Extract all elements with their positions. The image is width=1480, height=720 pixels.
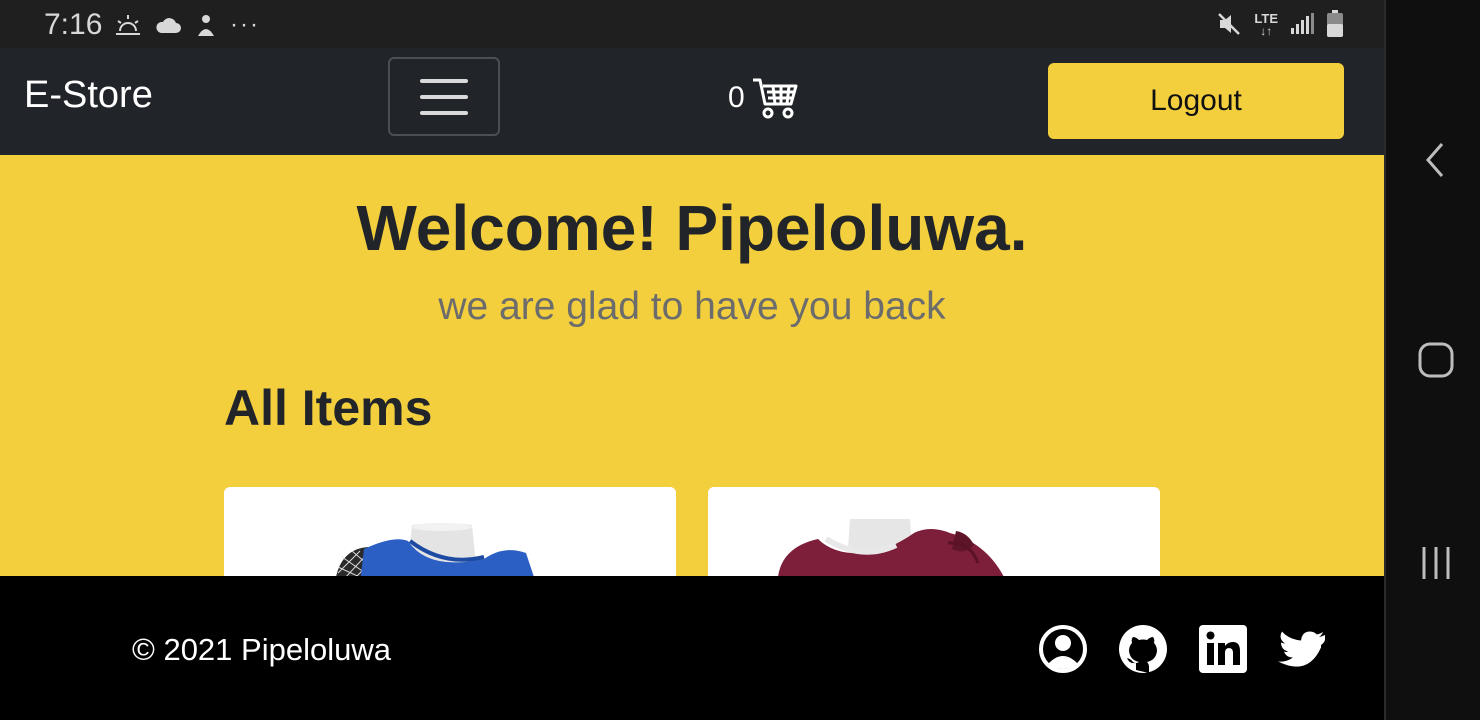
main-content: Welcome! Pipeloluwa. we are glad to have…: [0, 155, 1384, 576]
battery-icon: [1327, 10, 1343, 37]
linkedin-icon: [1199, 625, 1247, 673]
twitter-icon: [1278, 631, 1325, 667]
status-right-icons: LTE ↓↑: [1216, 8, 1344, 40]
welcome-subtitle: we are glad to have you back: [438, 285, 946, 328]
shopping-cart-icon: [752, 78, 798, 119]
twitter-link[interactable]: [1278, 624, 1328, 674]
data-arrows-icon: ↓↑: [1260, 23, 1273, 38]
hamburger-menu-icon-bar: [420, 94, 468, 99]
all-items-heading: All Items: [224, 380, 433, 436]
home-icon[interactable]: [1416, 340, 1456, 380]
hamburger-menu-icon-bar: [420, 78, 468, 83]
navbar: E-Store 0 Logout: [0, 48, 1384, 155]
github-link[interactable]: [1118, 624, 1168, 674]
logout-button[interactable]: Logout: [1048, 63, 1344, 139]
app-notification-icon: [198, 15, 214, 36]
network-type-label: LTE: [1254, 10, 1278, 26]
product-image-blue-top: [336, 523, 534, 576]
cloud-icon: [156, 18, 181, 33]
social-links: [1038, 624, 1328, 674]
status-left-icons: ···: [114, 10, 260, 40]
mute-icon: [1218, 13, 1241, 35]
status-bar: 7:16 ··· LTE ↓↑: [0, 0, 1384, 48]
user-circle-icon: [1039, 625, 1087, 673]
footer: © 2021 Pipeloluwa: [0, 576, 1384, 720]
copyright-text: © 2021 Pipeloluwa: [132, 632, 391, 667]
recent-apps-icon[interactable]: [1416, 543, 1456, 583]
profile-link[interactable]: [1038, 624, 1088, 674]
back-icon[interactable]: [1416, 140, 1456, 180]
welcome-heading: Welcome! Pipeloluwa.: [356, 192, 1028, 264]
status-time: 7:16: [44, 8, 103, 41]
menu-toggle-button[interactable]: [388, 57, 500, 136]
cart-count: 0: [728, 81, 745, 114]
linkedin-link[interactable]: [1198, 624, 1248, 674]
github-icon: [1119, 625, 1167, 673]
product-image-burgundy-top: [778, 519, 1004, 576]
cart-link[interactable]: 0: [728, 76, 799, 120]
more-notifications-indicator: ···: [230, 11, 260, 38]
product-card[interactable]: [224, 487, 676, 576]
product-card[interactable]: [708, 487, 1160, 576]
signal-icon: [1291, 13, 1314, 34]
network-type: LTE ↓↑: [1254, 12, 1278, 37]
hamburger-menu-icon-bar: [420, 110, 468, 115]
weather-sunrise-icon: [116, 15, 140, 35]
brand-link[interactable]: E-Store: [24, 74, 153, 117]
system-navigation-bar: [1384, 0, 1480, 720]
